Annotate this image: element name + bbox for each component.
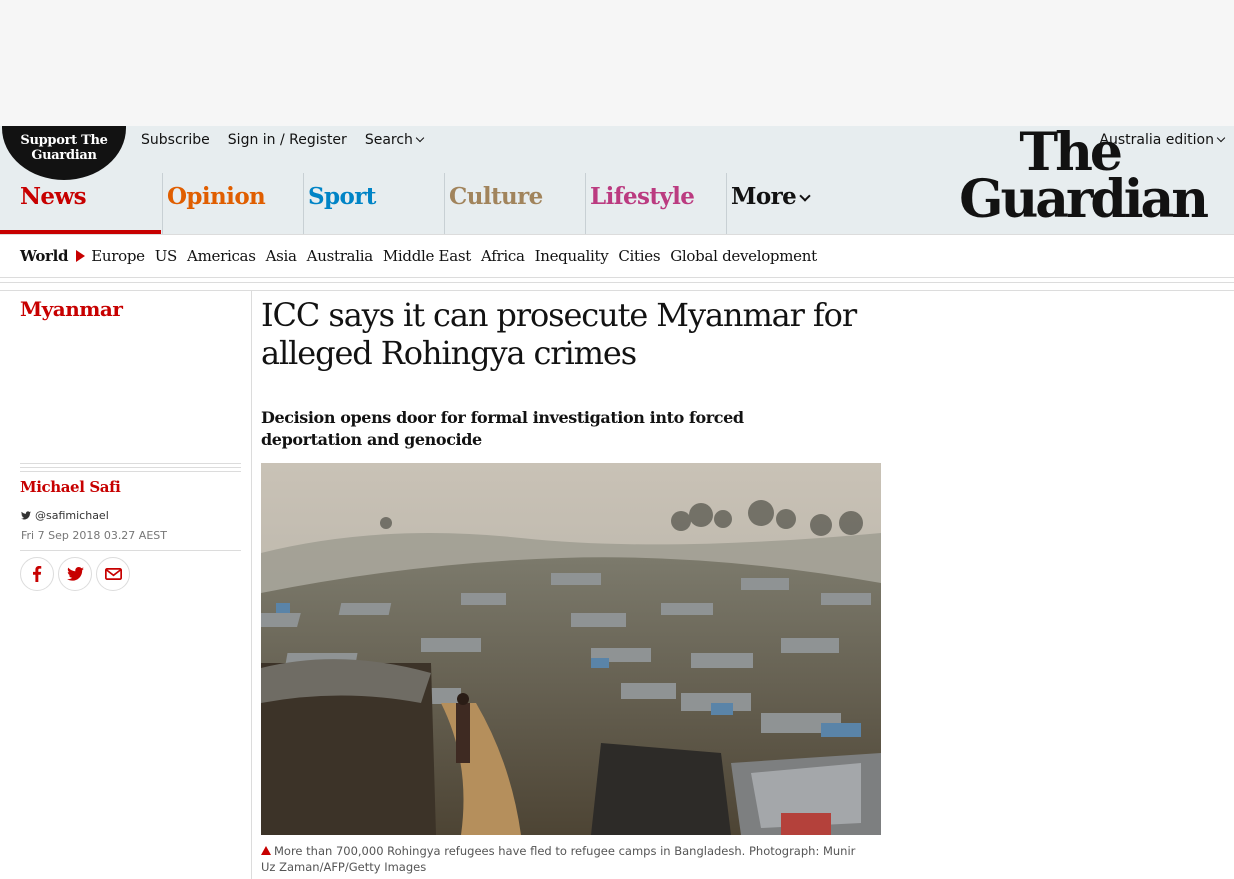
subnav-item-europe[interactable]: Europe bbox=[91, 247, 145, 265]
refugee-camp-photo bbox=[261, 463, 881, 835]
divider bbox=[0, 282, 1234, 291]
pillar-opinion[interactable]: Opinion bbox=[162, 173, 303, 234]
share-twitter-button[interactable] bbox=[58, 557, 92, 591]
publish-date: Fri 7 Sep 2018 03.27 AEST bbox=[21, 529, 167, 542]
divider bbox=[20, 550, 241, 551]
subnav-item-inequality[interactable]: Inequality bbox=[535, 247, 609, 265]
section-label[interactable]: Myanmar bbox=[20, 297, 123, 321]
article-standfirst: Decision opens door for formal investiga… bbox=[261, 408, 744, 449]
caption-text: More than 700,000 Rohingya refugees have… bbox=[261, 844, 856, 874]
article-main-image[interactable] bbox=[261, 463, 881, 835]
pillar-more[interactable]: More bbox=[726, 173, 867, 234]
subnav-item-middle-east[interactable]: Middle East bbox=[383, 247, 471, 265]
image-caption: More than 700,000 Rohingya refugees have… bbox=[261, 843, 861, 875]
pillar-nav: News Opinion Sport Culture Lifestyle Mor… bbox=[0, 173, 867, 234]
search-menu[interactable]: Search bbox=[364, 132, 425, 148]
top-links: Subscribe Sign in / Register Search bbox=[141, 132, 425, 148]
twitter-handle-link[interactable]: @safimichael bbox=[21, 509, 109, 522]
subnav-item-asia[interactable]: Asia bbox=[266, 247, 297, 265]
more-label: More bbox=[731, 183, 797, 210]
subnav-item-global-development[interactable]: Global development bbox=[670, 247, 817, 265]
subnav-item-us[interactable]: US bbox=[155, 247, 178, 265]
twitter-handle: @safimichael bbox=[35, 509, 109, 522]
chevron-down-icon bbox=[415, 133, 425, 143]
site-header: Support The Guardian Subscribe Sign in /… bbox=[0, 126, 1234, 234]
chevron-down-icon bbox=[799, 190, 811, 202]
pillar-news[interactable]: News bbox=[0, 173, 162, 234]
logo-line-2: Guardian bbox=[959, 169, 1209, 230]
search-label: Search bbox=[364, 132, 413, 148]
guardian-logo[interactable]: The Guardian bbox=[906, 127, 1209, 230]
support-the-guardian-button[interactable]: Support The Guardian bbox=[2, 126, 126, 180]
twitter-bird-icon bbox=[21, 511, 31, 520]
facebook-icon bbox=[33, 566, 42, 582]
subnav-current-world[interactable]: World bbox=[20, 247, 69, 265]
chevron-down-icon bbox=[1216, 133, 1226, 143]
twitter-icon bbox=[66, 567, 84, 581]
divider bbox=[20, 463, 241, 472]
sign-in-link[interactable]: Sign in / Register bbox=[228, 132, 347, 148]
subscribe-link[interactable]: Subscribe bbox=[141, 132, 210, 148]
arrow-right-icon bbox=[76, 250, 86, 262]
author-link[interactable]: Michael Safi bbox=[20, 478, 121, 496]
subnav-item-americas[interactable]: Americas bbox=[187, 247, 256, 265]
pillar-sport[interactable]: Sport bbox=[303, 173, 444, 234]
subnav: World Europe US Americas Asia Australia … bbox=[0, 234, 1234, 278]
pillar-lifestyle[interactable]: Lifestyle bbox=[585, 173, 726, 234]
subnav-item-australia[interactable]: Australia bbox=[307, 247, 373, 265]
advertisement-slot bbox=[0, 0, 1234, 126]
caption-triangle-icon bbox=[261, 846, 271, 855]
pillar-culture[interactable]: Culture bbox=[444, 173, 585, 234]
share-facebook-button[interactable] bbox=[20, 557, 54, 591]
article-meta-column: Myanmar Michael Safi @safimichael Fri 7 … bbox=[0, 291, 252, 879]
share-email-button[interactable] bbox=[96, 557, 130, 591]
article-headline: ICC says it can prosecute Myanmar for al… bbox=[261, 296, 857, 372]
share-buttons bbox=[20, 557, 130, 591]
email-icon bbox=[104, 568, 122, 580]
subnav-item-africa[interactable]: Africa bbox=[481, 247, 525, 265]
subnav-item-cities[interactable]: Cities bbox=[618, 247, 660, 265]
